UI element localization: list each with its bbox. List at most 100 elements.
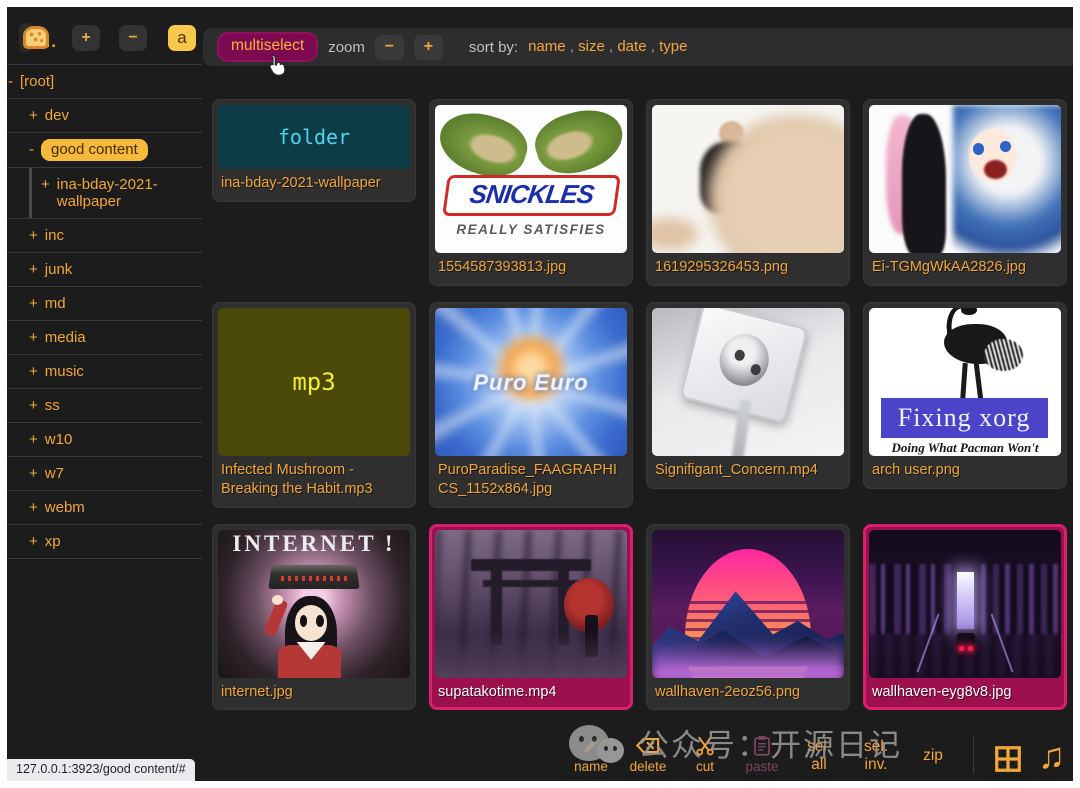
file-tile[interactable]: 1619295326453.png: [646, 99, 850, 286]
tree-collapse-button[interactable]: −: [119, 25, 147, 51]
audio-thumb-text: mp3: [292, 368, 335, 396]
grid-icon[interactable]: [993, 744, 1023, 774]
file-tile[interactable]: wallhaven-eyg8v8.jpg: [863, 524, 1067, 711]
folder-tile[interactable]: folderina-bday-2021-wallpaper: [212, 99, 416, 202]
tree-toggle[interactable]: +: [29, 261, 38, 278]
file-name-label: 1554587393813.jpg: [435, 253, 627, 280]
file-name-label: Infected Mushroom - Breaking the Habit.m…: [218, 456, 410, 502]
file-name-label: 1619295326453.png: [652, 253, 844, 280]
file-tile[interactable]: Signifigant_Concern.mp4: [646, 302, 850, 489]
file-manager-app: ... + − a -[root]+dev-good content+ina-b…: [7, 7, 1073, 781]
tree-item-label: inc: [45, 227, 64, 244]
file-tile[interactable]: mp3 Infected Mushroom - Breaking the Habi…: [212, 302, 416, 508]
file-tile[interactable]: SNICKLES REALLY SATISFIES 1554587393813.jp…: [429, 99, 633, 286]
decor-shape: [953, 105, 1061, 253]
tree-item-good-content[interactable]: -good content: [7, 133, 202, 168]
multiselect-button[interactable]: multiselect: [217, 32, 318, 62]
decor-shape: [968, 646, 973, 651]
file-tile[interactable]: wallhaven-2eoz56.png: [646, 524, 850, 711]
tree-item--root-[interactable]: -[root]: [7, 64, 202, 99]
video-thumbnail: [435, 530, 627, 678]
sel-all-button[interactable]: sel.all: [798, 738, 840, 774]
sort-option-size[interactable]: size: [578, 38, 605, 55]
cut-button[interactable]: cut: [684, 735, 726, 774]
file-tile[interactable]: Puro EuroPuroParadise_FAAGRAPHICS_1152x8…: [429, 302, 633, 508]
sel-inv--button[interactable]: sel.inv.: [855, 738, 897, 774]
name-button[interactable]: name: [570, 735, 612, 774]
tree-item-xp[interactable]: + xp: [7, 525, 202, 559]
action-label: delete: [630, 759, 667, 774]
tree-item-md[interactable]: +md: [7, 287, 202, 321]
decor-shape: [975, 564, 1061, 635]
tree-item-junk[interactable]: +junk: [7, 253, 202, 287]
decor-shape: [697, 750, 702, 755]
tree-item-label: good content: [41, 139, 148, 161]
tree-toggle[interactable]: +: [29, 465, 38, 482]
tree-item-w7[interactable]: +w7: [7, 457, 202, 491]
music-note-icon[interactable]: ♫: [1038, 738, 1065, 774]
decor-shape: [997, 748, 1020, 771]
tree-item-webm[interactable]: +webm: [7, 491, 202, 525]
tree-item-label: xp: [45, 533, 61, 550]
sort-option-date[interactable]: date: [617, 38, 646, 55]
file-name-label: PuroParadise_FAAGRAPHICS_1152x864.jpg: [435, 456, 627, 502]
tree-toggle[interactable]: -: [8, 73, 13, 90]
file-tile[interactable]: INTERNET !internet.jpg: [212, 524, 416, 711]
thumb-box-text: Fixing xorg: [881, 398, 1048, 438]
tree-toggle[interactable]: +: [29, 397, 38, 414]
tree-expand-button[interactable]: +: [72, 25, 100, 51]
tree-toggle[interactable]: +: [29, 107, 38, 124]
decor-shape: [435, 105, 534, 186]
tree-item-ina-bday-2021-wallpaper[interactable]: + ina-bday-2021-wallpaper: [7, 168, 202, 219]
tree-item-w10[interactable]: +w10: [7, 423, 202, 457]
decor-shape: Fixing xorg: [898, 403, 1031, 433]
tree-toggle[interactable]: +: [29, 499, 38, 516]
zip-button[interactable]: zip: [912, 747, 954, 765]
decor-shape: [647, 742, 653, 748]
sidebar: ... + − a -[root]+dev-good content+ina-b…: [7, 7, 202, 781]
tree-toggle[interactable]: +: [41, 176, 50, 193]
file-tile[interactable]: Fixing xorgDoing What Pacman Won'tarch u…: [863, 302, 1067, 489]
tree-item-dev[interactable]: +dev: [7, 99, 202, 133]
decor-shape: [688, 105, 844, 253]
file-name-label: ina-bday-2021-wallpaper: [218, 169, 410, 196]
sort-separator: ,: [605, 38, 618, 55]
directory-tree: -[root]+dev-good content+ina-bday-2021-w…: [7, 64, 202, 559]
tree-item-inc[interactable]: + inc: [7, 219, 202, 253]
tree-item-label: ina-bday-2021-wallpaper: [57, 176, 198, 210]
file-tile[interactable]: Ei-TGMgWkAA2826.jpg: [863, 99, 1067, 286]
file-tile[interactable]: supatakotime.mp4: [429, 524, 633, 711]
tree-toggle[interactable]: +: [29, 363, 38, 380]
tree-item-music[interactable]: +music: [7, 355, 202, 389]
sort-option-type[interactable]: type: [659, 38, 687, 55]
zoom-out-button[interactable]: −: [375, 35, 404, 60]
thumb-title-text: INTERNET !: [218, 531, 410, 557]
tree-toggle[interactable]: -: [29, 141, 34, 158]
tree-toggle[interactable]: +: [29, 227, 38, 244]
thumb-tagline-text: REALLY SATISFIES: [435, 222, 627, 237]
zoom-in-button[interactable]: +: [414, 35, 443, 60]
tree-toggle[interactable]: +: [29, 431, 38, 448]
tree-toggle[interactable]: +: [29, 329, 38, 346]
image-thumbnail: [869, 530, 1061, 678]
sort-options: name , size , date , type: [528, 38, 687, 56]
delete-button[interactable]: delete: [627, 735, 669, 774]
tree-item-media[interactable]: +media: [7, 321, 202, 355]
paste-button[interactable]: paste: [741, 735, 783, 774]
sort-separator: ,: [647, 38, 660, 55]
tree-item-ss[interactable]: +ss: [7, 389, 202, 423]
alphabet-toggle-button[interactable]: a: [168, 25, 196, 51]
bread-logo-icon[interactable]: [19, 23, 33, 52]
thumb-brand-text: SNICKLES: [442, 175, 621, 216]
action-label: zip: [923, 747, 943, 765]
screenshot-page: ... + − a -[root]+dev-good content+ina-b…: [0, 0, 1080, 788]
decor-shape: [758, 744, 766, 750]
tree-toggle[interactable]: +: [29, 533, 38, 550]
decor-shape: [584, 738, 599, 753]
file-name-label: wallhaven-eyg8v8.jpg: [869, 678, 1061, 705]
action-label: cut: [696, 759, 714, 774]
tree-toggle[interactable]: +: [29, 295, 38, 312]
image-thumbnail: [652, 105, 844, 253]
sort-option-name[interactable]: name: [528, 38, 566, 55]
action-label: sel.all: [807, 738, 831, 774]
